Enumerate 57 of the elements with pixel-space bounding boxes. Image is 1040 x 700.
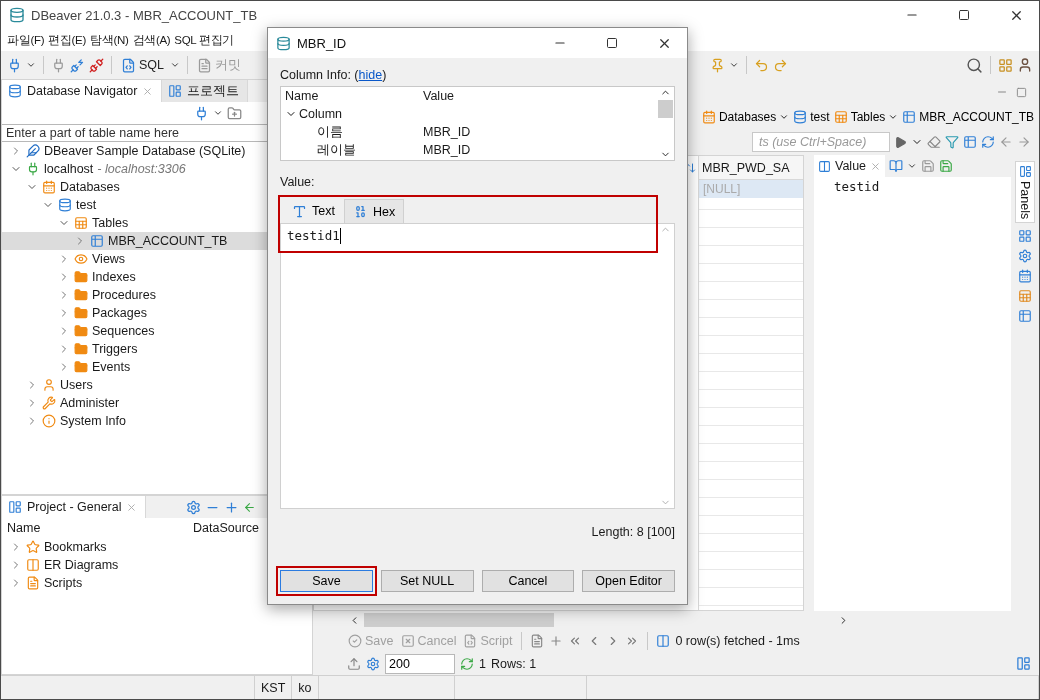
editor-tab[interactable]: Hex — [343, 199, 405, 223]
property-name: 이름 — [316, 123, 344, 141]
property-value: MBR_ID — [422, 143, 472, 157]
property-name: 레이블 — [316, 141, 357, 159]
dialog-button[interactable]: Cancel — [481, 570, 575, 592]
filter-field[interactable]: ts (use Ctrl+Space) — [752, 132, 890, 152]
tree-item[interactable]: Users — [2, 376, 312, 394]
tree-item[interactable]: Events — [2, 358, 312, 376]
breadcrumb-item[interactable]: Tables — [832, 110, 900, 124]
column-header: Name — [284, 89, 320, 103]
tree-item[interactable]: Packages — [2, 304, 312, 322]
tree-item[interactable]: Bookmarks — [2, 538, 312, 556]
property-value: MBR_ID — [422, 125, 472, 139]
column-header: Name — [6, 521, 42, 535]
status-item: ko — [292, 676, 319, 699]
panel-tab[interactable]: Project - General — [2, 496, 147, 518]
dialog-button[interactable]: Set NULL — [380, 570, 474, 592]
tree-item[interactable]: System Info — [2, 412, 312, 430]
menu-item[interactable]: 탐색(N) — [88, 32, 131, 48]
breadcrumb-item[interactable]: test — [792, 110, 831, 124]
column-header[interactable]: MBR_PWD_SA — [699, 156, 803, 180]
status-item: KST — [255, 676, 293, 699]
tree-item[interactable]: DBeaver Sample Database (SQLite) — [2, 142, 312, 160]
panels-tab[interactable]: Panels — [1015, 161, 1035, 224]
tree-item[interactable]: Indexes — [2, 268, 312, 286]
sql-button[interactable]: SQL — [119, 56, 166, 74]
column-header: DataSource — [192, 521, 260, 535]
tree-item[interactable]: Administer — [2, 394, 312, 412]
menu-item[interactable]: SQL 편집기 — [172, 32, 237, 48]
row-count: Rows: 1 — [490, 656, 537, 671]
tree-item[interactable]: Views — [2, 250, 312, 268]
tree-item[interactable]: Column — [281, 107, 419, 121]
refresh-count: 1 — [479, 656, 486, 671]
window-title: DBeaver 21.0.3 - MBR_ACCOUNT_TB — [31, 7, 259, 23]
length-label: Length: 8 [100] — [591, 525, 675, 539]
menu-item[interactable]: 파일(F) — [5, 32, 47, 48]
menu-item[interactable]: 검색(A) — [130, 32, 173, 48]
tree-item[interactable]: Procedures — [2, 286, 312, 304]
hide-link[interactable]: hide — [358, 68, 383, 82]
panel-tab[interactable]: Value — [814, 155, 886, 177]
dialog-title: MBR_ID — [297, 35, 348, 51]
dialog-button[interactable]: Save — [280, 570, 373, 592]
value-label: Value: — [280, 175, 316, 189]
panel-tab[interactable]: Database Navigator — [2, 80, 163, 102]
tree-item[interactable]: localhost - localhost:3306 — [2, 160, 312, 178]
fetch-size-field[interactable]: 200 — [385, 653, 455, 674]
column-header: Value — [422, 89, 456, 103]
fetch-status: 0 row(s) fetched - 1ms — [675, 633, 800, 648]
menu-item[interactable]: 편집(E) — [46, 32, 89, 48]
breadcrumb-item[interactable]: Databases — [700, 110, 791, 124]
value-text: testid — [834, 179, 880, 194]
panel-tab[interactable]: 프로젝트 — [162, 80, 249, 102]
tree-item[interactable]: Sequences — [2, 322, 312, 340]
tree-item[interactable]: Triggers — [2, 340, 312, 358]
breadcrumb-item[interactable]: MBR_ACCOUNT_TB — [901, 110, 1035, 124]
dialog-button[interactable]: Open Editor — [582, 570, 675, 592]
column-info-label: Column Info: (hide) — [280, 68, 388, 82]
